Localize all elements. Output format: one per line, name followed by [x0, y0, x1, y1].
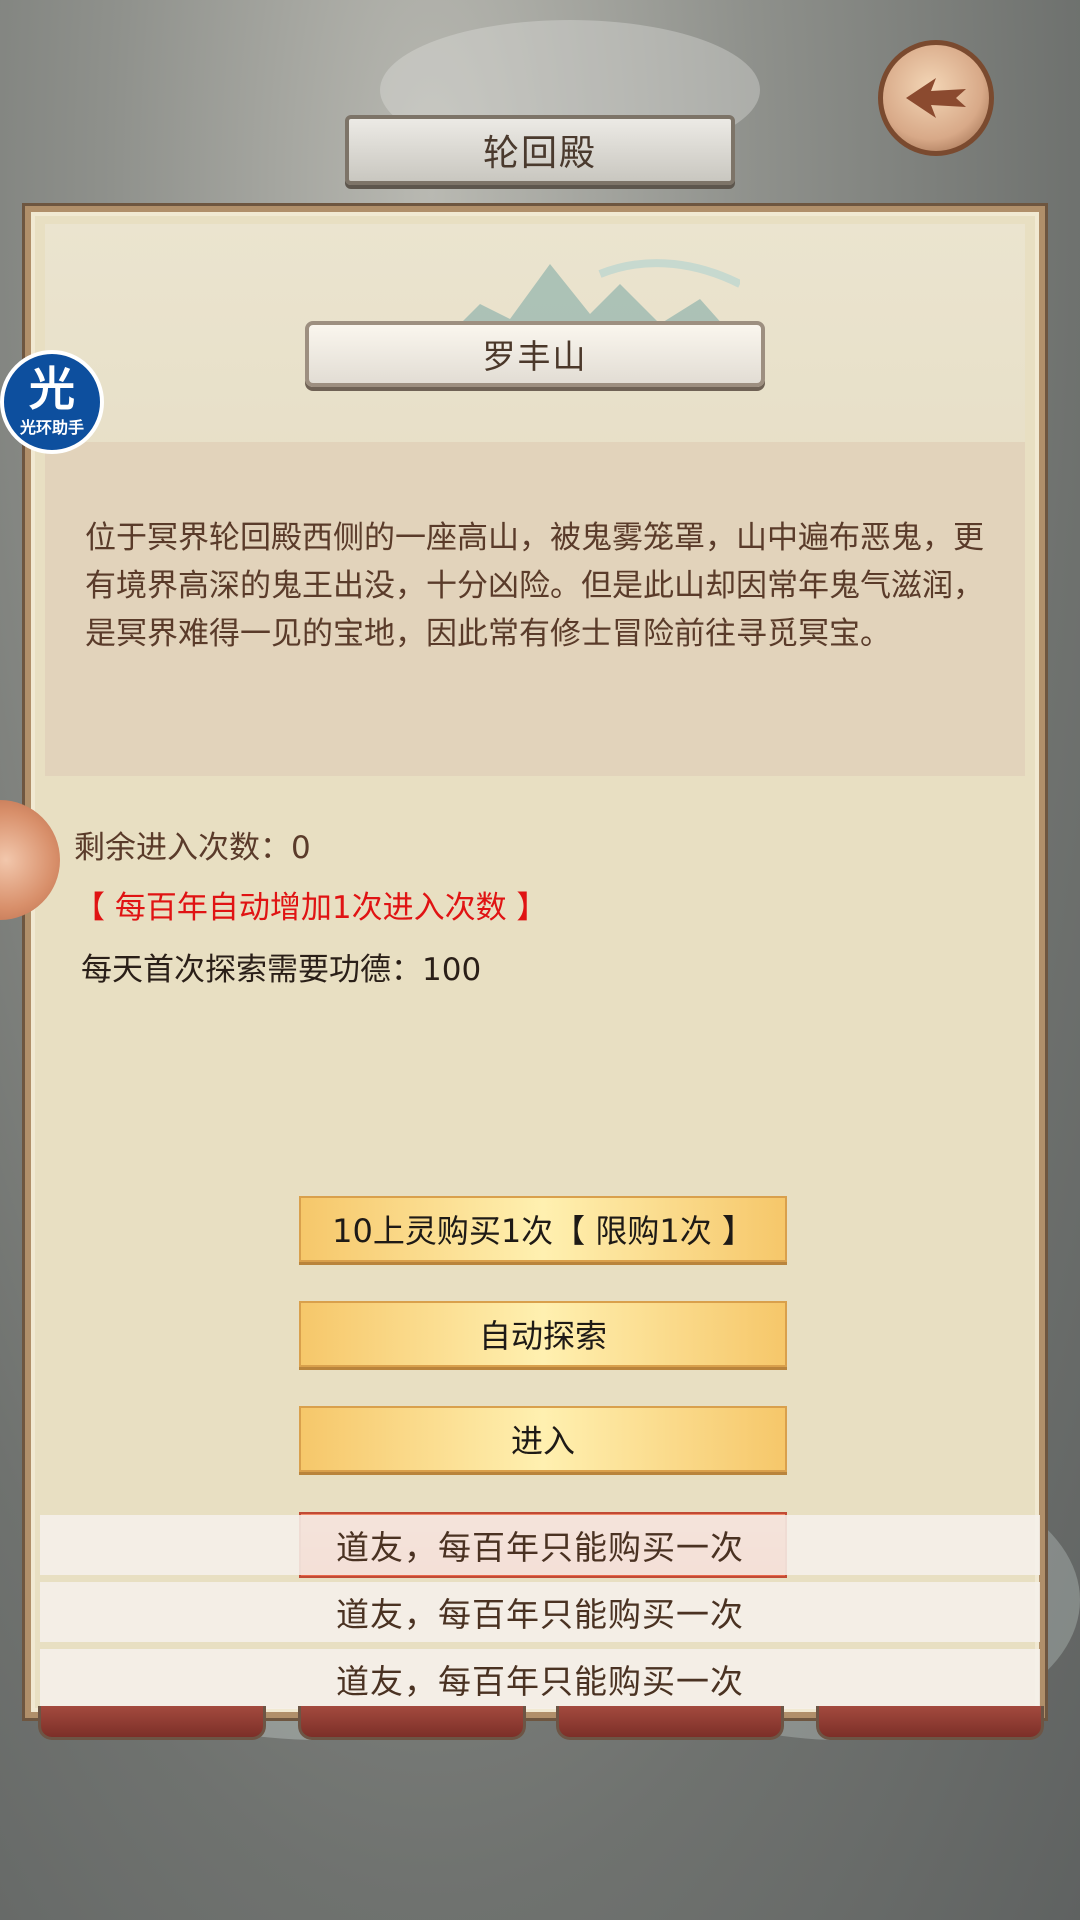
auto-explore-button[interactable]: 自动探索 — [299, 1301, 787, 1367]
bottom-tab-3[interactable] — [556, 1706, 784, 1740]
back-arrow-icon — [906, 78, 966, 118]
description-box: 位于冥界轮回殿西侧的一座高山，被鬼雾笼罩，山中遍布恶鬼，更有境界高深的鬼王出没，… — [45, 442, 1025, 776]
bottom-tab-4[interactable] — [816, 1706, 1044, 1740]
floating-helper-badge[interactable]: 光 光环助手 — [0, 350, 104, 454]
auto-add-note: 【 每百年自动增加1次进入次数 】 — [74, 890, 548, 926]
back-button[interactable] — [878, 40, 994, 156]
toast-message: 道友，每百年只能购买一次 — [40, 1582, 1040, 1642]
page-title: 轮回殿 — [482, 133, 597, 174]
location-panel: 罗丰山 位于冥界轮回殿西侧的一座高山，被鬼雾笼罩，山中遍布恶鬼，更有境界高深的鬼… — [25, 206, 1045, 1718]
toast-message: 道友，每百年只能购买一次 — [40, 1515, 1040, 1575]
bottom-tab-2[interactable] — [298, 1706, 526, 1740]
toast-message: 道友，每百年只能购买一次 — [40, 1649, 1040, 1709]
location-name: 罗丰山 — [482, 337, 588, 376]
page-title-banner: 轮回殿 — [345, 115, 735, 185]
location-name-banner: 罗丰山 — [305, 321, 765, 387]
enter-button[interactable]: 进入 — [299, 1406, 787, 1472]
remaining-entries: 剩余进入次数：0 — [74, 830, 311, 866]
location-description: 位于冥界轮回殿西侧的一座高山，被鬼雾笼罩，山中遍布恶鬼，更有境界高深的鬼王出没，… — [85, 520, 984, 652]
daily-merit-cost: 每天首次探索需要功德：100 — [81, 952, 482, 988]
badge-glyph: 光 — [29, 362, 75, 416]
bottom-tab-1[interactable] — [38, 1706, 266, 1740]
buy-entry-button[interactable]: 10上灵购买1次【 限购1次 】 — [299, 1196, 787, 1262]
badge-label: 光环助手 — [19, 418, 84, 437]
